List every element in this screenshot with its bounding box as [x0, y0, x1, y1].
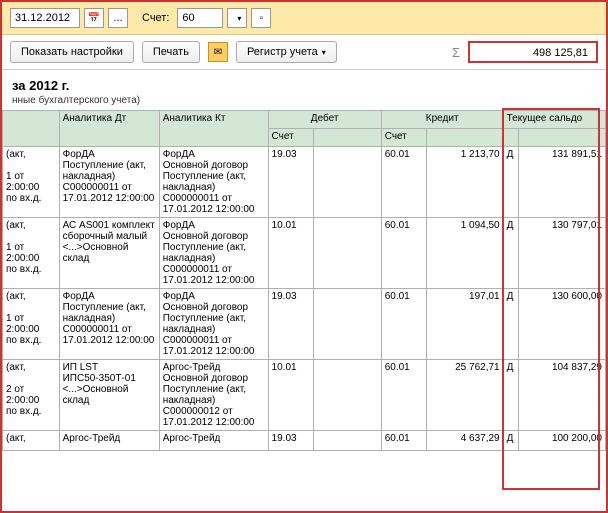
cell-schet2: 60.01: [381, 218, 427, 289]
col-header-analytics-dt: Аналитика Дт: [59, 111, 159, 147]
cell-deb: [314, 289, 381, 360]
register-button[interactable]: Регистр учета: [236, 41, 337, 63]
col-header-credit: Кредит: [381, 111, 503, 129]
table-row[interactable]: (акт, 1 от 2:00:00 по вх.д.АС AS001 комп…: [3, 218, 606, 289]
cell-dc: Д: [503, 289, 518, 360]
cell-adt: ФорДА Поступление (акт, накладная) С0000…: [59, 147, 159, 218]
print-button[interactable]: Печать: [142, 41, 200, 63]
action-toolbar: Показать настройки Печать ✉ Регистр учет…: [2, 35, 606, 70]
report-title: за 2012 г.: [12, 78, 596, 93]
cell-schet2: 60.01: [381, 289, 427, 360]
col-header-balance: Текущее сальдо: [503, 111, 605, 129]
cell-schet1: 19.03: [268, 289, 314, 360]
cell-cred: 25 762,71: [427, 360, 503, 431]
cell-akt: Аргос-Трейд Основной договор Поступление…: [159, 360, 268, 431]
cell-schet2: 60.01: [381, 431, 427, 451]
cell-adt: АС AS001 комплект сборочный малый <...>О…: [59, 218, 159, 289]
cell-schet1: 19.03: [268, 431, 314, 451]
cell-cred: 1 213,70: [427, 147, 503, 218]
cell-schet1: 10.01: [268, 360, 314, 431]
cell-bal: 130 600,00: [518, 289, 605, 360]
account-label: Счет:: [142, 12, 169, 24]
cell-bal: 104 837,29: [518, 360, 605, 431]
show-settings-button[interactable]: Показать настройки: [10, 41, 134, 63]
cell-deb: [314, 360, 381, 431]
sigma-icon: Σ: [452, 45, 460, 60]
col-header-schet-d: Счет: [268, 129, 314, 147]
top-toolbar: 31.12.2012 📅 … Счет: 60 ▫: [2, 2, 606, 35]
cell-dc: Д: [503, 147, 518, 218]
cell-schet1: 10.01: [268, 218, 314, 289]
account-dropdown-icon[interactable]: [227, 8, 247, 28]
calendar-icon[interactable]: 📅: [84, 8, 104, 28]
col-header-analytics-kt: Аналитика Кт: [159, 111, 268, 147]
report-heading: за 2012 г. нные бухгалтерского учета): [2, 70, 606, 110]
total-value: 498 125,81: [468, 41, 598, 63]
cell-adt: ИП LST ИПС50-350Т-01 <...>Основной склад: [59, 360, 159, 431]
cell-akt: ФорДА Основной договор Поступление (акт,…: [159, 289, 268, 360]
cell-left: (акт,: [3, 431, 60, 451]
cell-bal: 100 200,00: [518, 431, 605, 451]
col-header-schet-c: Счет: [381, 129, 427, 147]
report-subtitle: нные бухгалтерского учета): [12, 95, 596, 106]
cell-dc: Д: [503, 431, 518, 451]
date-field[interactable]: 31.12.2012: [10, 8, 80, 28]
cell-deb: [314, 431, 381, 451]
cell-deb: [314, 218, 381, 289]
cell-akt: ФорДА Основной договор Поступление (акт,…: [159, 218, 268, 289]
cell-deb: [314, 147, 381, 218]
cell-akt: ФорДА Основной договор Поступление (акт,…: [159, 147, 268, 218]
table-row[interactable]: (акт,Аргос-ТрейдАргос-Трейд19.0360.014 6…: [3, 431, 606, 451]
cell-schet2: 60.01: [381, 147, 427, 218]
mail-icon[interactable]: ✉: [208, 42, 228, 62]
col-header-cred-val: [427, 129, 503, 147]
cell-schet1: 19.03: [268, 147, 314, 218]
cell-left: (акт, 1 от 2:00:00 по вх.д.: [3, 218, 60, 289]
cell-bal: 130 797,01: [518, 218, 605, 289]
cell-cred: 4 637,29: [427, 431, 503, 451]
cell-dc: Д: [503, 360, 518, 431]
col-header-deb-val: [314, 129, 381, 147]
col-header-bal-val: [518, 129, 605, 147]
cell-bal: 131 891,51: [518, 147, 605, 218]
account-field[interactable]: 60: [177, 8, 223, 28]
cell-schet2: 60.01: [381, 360, 427, 431]
cell-dc: Д: [503, 218, 518, 289]
cell-cred: 197,01: [427, 289, 503, 360]
cell-akt: Аргос-Трейд: [159, 431, 268, 451]
ellipsis-button[interactable]: …: [108, 8, 128, 28]
col-header-blank: [3, 111, 60, 147]
col-header-debit: Дебет: [268, 111, 381, 129]
ledger-table: Аналитика Дт Аналитика Кт Дебет Кредит Т…: [2, 110, 606, 451]
cell-left: (акт, 1 от 2:00:00 по вх.д.: [3, 289, 60, 360]
account-picker-icon[interactable]: ▫: [251, 8, 271, 28]
cell-left: (акт, 1 от 2:00:00 по вх.д.: [3, 147, 60, 218]
cell-left: (акт, 2 от 2:00:00 по вх.д.: [3, 360, 60, 431]
col-header-dc: [503, 129, 518, 147]
table-row[interactable]: (акт, 1 от 2:00:00 по вх.д.ФорДА Поступл…: [3, 147, 606, 218]
cell-cred: 1 094,50: [427, 218, 503, 289]
cell-adt: ФорДА Поступление (акт, накладная) С0000…: [59, 289, 159, 360]
table-row[interactable]: (акт, 2 от 2:00:00 по вх.д.ИП LST ИПС50-…: [3, 360, 606, 431]
cell-adt: Аргос-Трейд: [59, 431, 159, 451]
table-row[interactable]: (акт, 1 от 2:00:00 по вх.д.ФорДА Поступл…: [3, 289, 606, 360]
